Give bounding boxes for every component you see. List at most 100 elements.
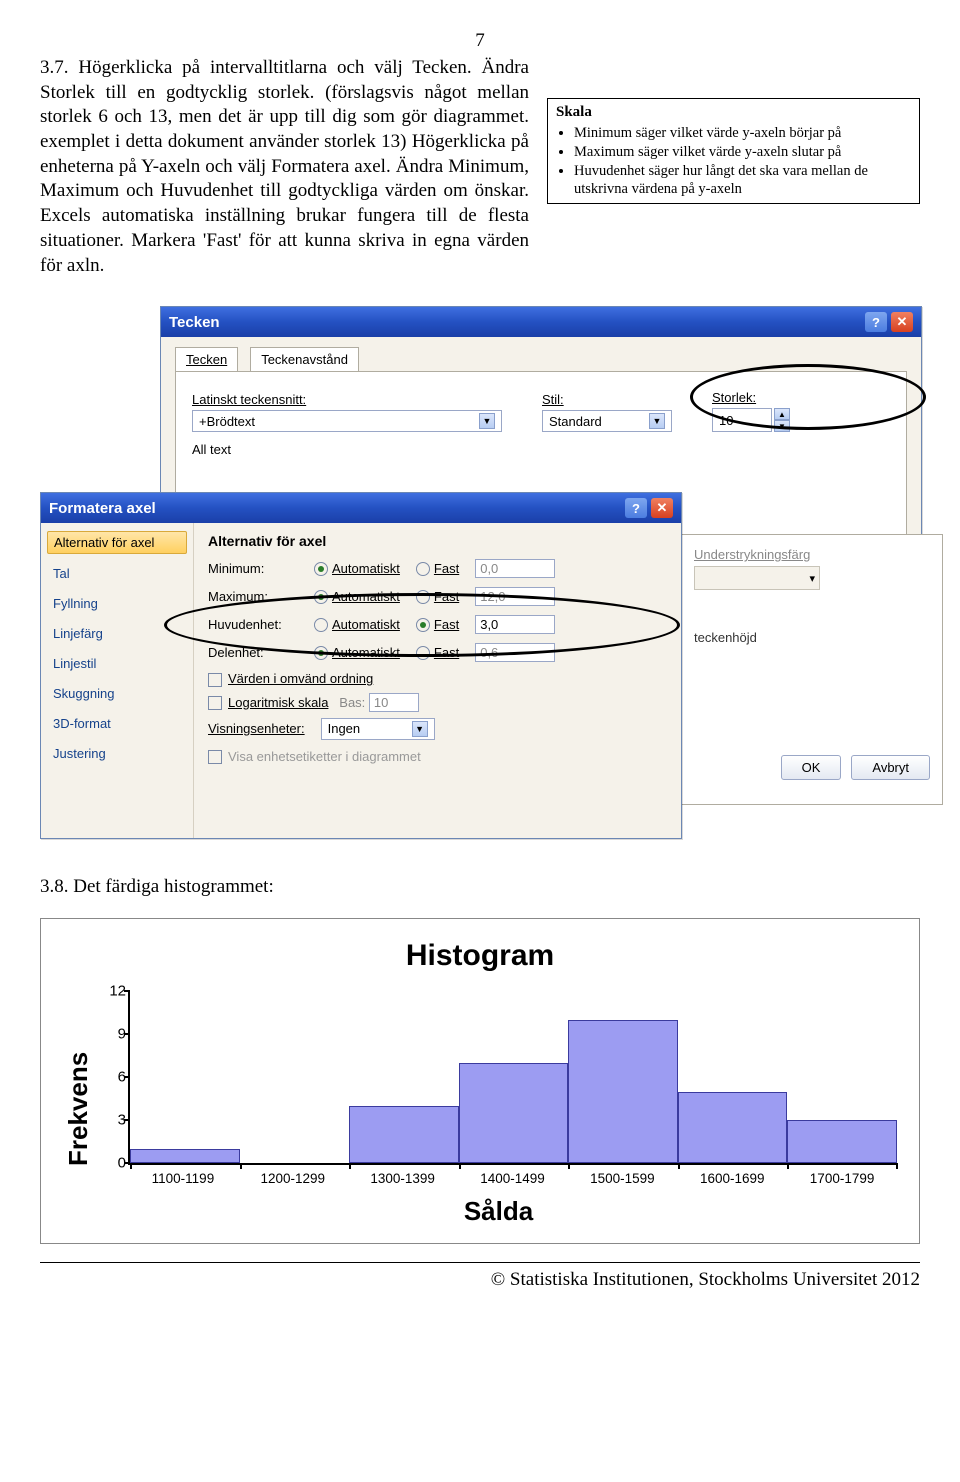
section-3-8: 3.8. Det färdiga histogrammet:: [40, 876, 920, 898]
ytick-label: 12: [96, 983, 126, 1000]
radio-auto[interactable]: Automatiskt: [314, 589, 400, 605]
sidebar-item-skuggning[interactable]: Skuggning: [47, 683, 187, 704]
bar: [459, 1063, 569, 1163]
input-huvudenhet[interactable]: 3,0: [475, 615, 555, 634]
chk-omvand[interactable]: Värden i omvänd ordning: [208, 671, 667, 687]
input-bas: 10: [369, 693, 419, 712]
bar: [130, 1149, 240, 1163]
tab-teckenavstand[interactable]: Teckenavstånd: [250, 347, 359, 371]
chk-visa-etiketter: Visa enhetsetiketter i diagrammet: [208, 749, 667, 765]
format-titlebar: Formatera axel ? ✕: [41, 493, 681, 523]
sidebar-item-tal[interactable]: Tal: [47, 563, 187, 584]
all-text-label: All text: [192, 442, 890, 457]
combo-visning[interactable]: Ingen▼: [321, 718, 435, 740]
input-storlek[interactable]: 10: [712, 408, 772, 432]
cancel-button[interactable]: Avbryt: [851, 755, 930, 780]
skala-item: Minimum säger vilket värde y-axeln börja…: [574, 124, 911, 142]
format-heading: Alternativ för axel: [208, 533, 667, 549]
bar: [678, 1092, 788, 1164]
chevron-down-icon: ▼: [412, 721, 428, 737]
sidebar-item-alternativ[interactable]: Alternativ för axel: [47, 531, 187, 554]
bar-slot: [349, 991, 459, 1163]
skala-list: Minimum säger vilket värde y-axeln börja…: [556, 124, 911, 199]
combo-stil[interactable]: Standard▼: [542, 410, 672, 432]
chart-xlabel: Sålda: [94, 1196, 903, 1227]
label-understrykning: Understrykningsfärg: [694, 547, 930, 562]
xtick-label: 1600-1699: [677, 1171, 787, 1186]
radio-fast[interactable]: Fast: [416, 645, 459, 661]
input-delenhet[interactable]: 0,6: [475, 643, 555, 662]
label-teckenhojd: teckenhöjd: [694, 630, 930, 645]
input-minimum[interactable]: 0,0: [475, 559, 555, 578]
body-paragraph: 3.7. Högerklicka på intervalltitlarna oc…: [40, 56, 529, 278]
sidebar-item-linjestil[interactable]: Linjestil: [47, 653, 187, 674]
histogram-chart: Histogram Frekvens 036912 1100-11991200-…: [40, 918, 920, 1244]
xtick-label: 1500-1599: [567, 1171, 677, 1186]
tecken-title: Tecken: [169, 314, 220, 331]
row-huvudenhet: Huvudenhet: Automatiskt Fast 3,0: [208, 615, 667, 634]
chevron-down-icon: ▼: [479, 413, 495, 429]
format-title: Formatera axel: [49, 500, 156, 517]
bar-slot: [240, 991, 350, 1163]
close-button[interactable]: ✕: [891, 312, 913, 332]
chevron-down-icon: ▼: [649, 413, 665, 429]
bar: [568, 1020, 678, 1163]
bar-slot: [568, 991, 678, 1163]
close-button[interactable]: ✕: [651, 498, 673, 518]
radio-auto[interactable]: Automatiskt: [314, 617, 400, 633]
sidebar-item-fyllning[interactable]: Fyllning: [47, 593, 187, 614]
radio-fast[interactable]: Fast: [416, 589, 459, 605]
ok-button[interactable]: OK: [781, 755, 842, 780]
bar-slot: [459, 991, 569, 1163]
help-button[interactable]: ?: [625, 498, 647, 518]
bar-slot: [787, 991, 897, 1163]
help-button[interactable]: ?: [865, 312, 887, 332]
tab-tecken[interactable]: Tecken: [175, 347, 238, 371]
format-sidebar: Alternativ för axel Tal Fyllning Linjefä…: [41, 523, 194, 838]
xtick-label: 1700-1799: [787, 1171, 897, 1186]
ytick-label: 6: [96, 1069, 126, 1086]
sidebar-item-justering[interactable]: Justering: [47, 743, 187, 764]
page-number: 7: [40, 30, 920, 52]
bar-slot: [130, 991, 240, 1163]
label-storlek: Storlek:: [712, 390, 802, 405]
sidebar-item-linjefarg[interactable]: Linjefärg: [47, 623, 187, 644]
ytick-label: 0: [96, 1155, 126, 1172]
xtick-label: 1200-1299: [238, 1171, 348, 1186]
xtick-label: 1300-1399: [348, 1171, 458, 1186]
xtick-label: 1100-1199: [128, 1171, 238, 1186]
formatera-axel-dialog: Formatera axel ? ✕ Alternativ för axel T…: [40, 492, 682, 839]
bar: [349, 1106, 459, 1163]
dialog-screenshots: Tecken ? ✕ Tecken Teckenavstånd Latinskt…: [40, 306, 920, 836]
radio-fast[interactable]: Fast: [416, 617, 459, 633]
radio-auto[interactable]: Automatiskt: [314, 561, 400, 577]
storlek-spinner[interactable]: ▲▼: [774, 408, 790, 432]
skala-item: Maximum säger vilket värde y-axeln sluta…: [574, 143, 911, 161]
radio-auto[interactable]: Automatiskt: [314, 645, 400, 661]
bar-slot: [678, 991, 788, 1163]
tecken-right-panel: Understrykningsfärg ▾ teckenhöjd OK Avbr…: [682, 534, 943, 805]
tecken-titlebar: Tecken ? ✕: [161, 307, 921, 337]
plot-area: 036912: [128, 991, 897, 1165]
chart-ylabel: Frekvens: [57, 991, 94, 1227]
radio-fast[interactable]: Fast: [416, 561, 459, 577]
label-visning: Visningsenheter:: [208, 721, 305, 736]
label-stil: Stil:: [542, 392, 672, 407]
row-delenhet: Delenhet: Automatiskt Fast 0,6: [208, 643, 667, 662]
combo-latinskt[interactable]: +Brödtext▼: [192, 410, 502, 432]
footer: © Statistiska Institutionen, Stockholms …: [40, 1262, 920, 1291]
bar: [787, 1120, 897, 1163]
ytick-label: 9: [96, 1026, 126, 1043]
input-maximum[interactable]: 12,0: [475, 587, 555, 606]
sidebar-item-3d[interactable]: 3D-format: [47, 713, 187, 734]
skala-item: Huvudenhet säger hur långt det ska vara …: [574, 162, 911, 198]
xtick-label: 1400-1499: [458, 1171, 568, 1186]
skala-title: Skala: [556, 103, 911, 122]
chart-title: Histogram: [57, 939, 903, 973]
skala-infobox: Skala Minimum säger vilket värde y-axeln…: [547, 98, 920, 204]
chk-log[interactable]: Logaritmisk skala Bas: 10: [208, 693, 667, 712]
label-latinskt: Latinskt teckensnitt:: [192, 392, 502, 407]
combo-understrykning[interactable]: ▾: [694, 566, 820, 590]
row-maximum: Maximum: Automatiskt Fast 12,0: [208, 587, 667, 606]
ytick-label: 3: [96, 1112, 126, 1129]
